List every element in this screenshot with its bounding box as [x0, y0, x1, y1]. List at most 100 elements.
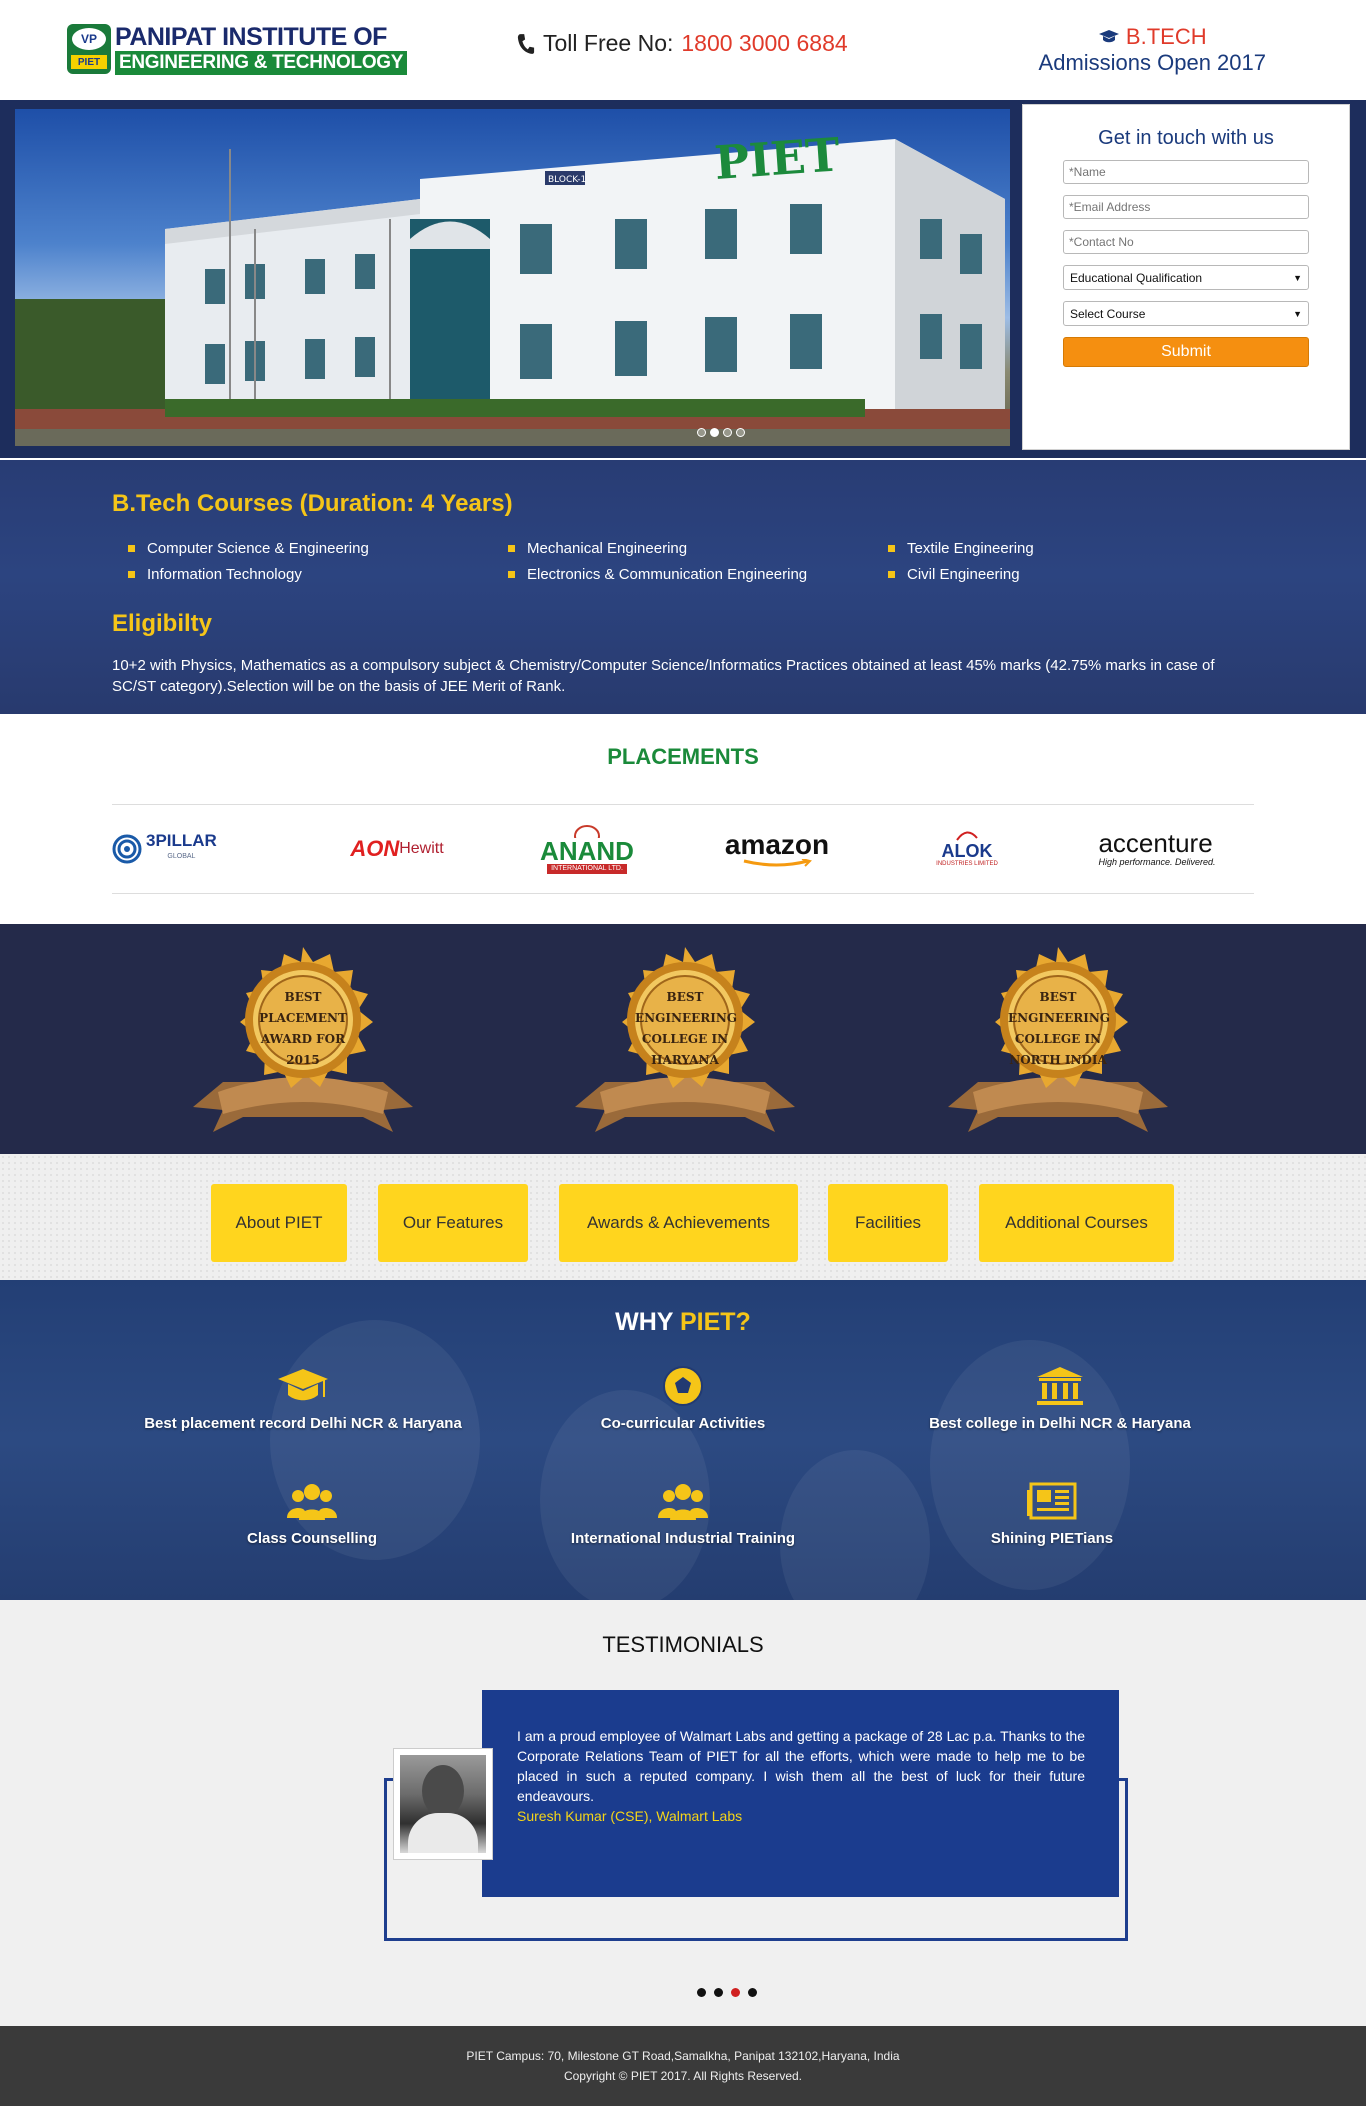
- tab-our-features[interactable]: Our Features: [378, 1184, 528, 1262]
- email-input[interactable]: [1063, 195, 1309, 219]
- company-name: accenture: [1098, 828, 1213, 858]
- testimonial-pagination: [697, 1988, 757, 1997]
- company-name: AON: [350, 836, 400, 861]
- why-title-part: WHY: [615, 1308, 680, 1336]
- testimonial-avatar: [393, 1748, 493, 1860]
- piet-logo[interactable]: VP PIET PANIPAT INSTITUTE OF ENGINEERING…: [67, 20, 408, 78]
- logo-line2: ENGINEERING & TECHNOLOGY: [115, 51, 408, 75]
- pagination-dot[interactable]: [748, 1988, 757, 1997]
- why-item-label: Class Counselling: [246, 1530, 378, 1547]
- placements-section: PLACEMENTS 3PILLAR GLOBAL AON Hewitt ANA…: [0, 714, 1366, 924]
- slider-dot[interactable]: [697, 428, 706, 437]
- award-badge: BEST ENGINEERING COLLEGE IN HARYANA: [565, 942, 805, 1142]
- contact-input[interactable]: [1063, 230, 1309, 254]
- testimonial-author: Suresh Kumar (CSE), Walmart Labs: [517, 1808, 743, 1824]
- pagination-dot[interactable]: [714, 1988, 723, 1997]
- campus-building-illustration: PIET BLOCK-1: [15, 127, 1010, 446]
- slider-dot[interactable]: [723, 428, 732, 437]
- award-text: BEST PLACEMENT AWARD FOR 2015: [259, 990, 347, 1067]
- site-header: VP PIET PANIPAT INSTITUTE OF ENGINEERING…: [0, 0, 1366, 100]
- courses-title: B.Tech Courses (Duration: 4 Years): [112, 490, 513, 517]
- site-footer: PIET Campus: 70, Milestone GT Road,Samal…: [0, 2026, 1366, 2106]
- company-subtext: Hewitt: [399, 840, 444, 857]
- course-item: Electronics & Communication Engineering: [508, 566, 888, 583]
- hero-slider-dots: [697, 428, 745, 437]
- chevron-down-icon: ▼: [1293, 272, 1302, 283]
- submit-button[interactable]: Submit: [1063, 337, 1309, 367]
- company-name: 3PILLAR: [146, 831, 217, 850]
- admissions-btech-text: B.TECH: [1125, 24, 1207, 49]
- tollfree-number-link[interactable]: 1800 3000 6884: [681, 30, 847, 57]
- tab-awards-achievements[interactable]: Awards & Achievements: [559, 1184, 798, 1262]
- company-logo-strip: 3PILLAR GLOBAL AON Hewitt ANAND INTERNAT…: [112, 804, 1254, 894]
- group-icon: [658, 1484, 708, 1520]
- why-piet-section: WHY PIET? Best placement record Delhi NC…: [0, 1280, 1366, 1600]
- tab-facilities[interactable]: Facilities: [828, 1184, 948, 1262]
- company-logo-accenture: accenture High performance. Delivered.: [1062, 830, 1252, 868]
- block-sign-text: BLOCK-1: [548, 175, 586, 185]
- tollfree-info: Toll Free No: 1800 3000 6884: [517, 30, 848, 57]
- amazon-smile-icon: [743, 859, 812, 867]
- company-subtext: INDUSTRIES LIMITED: [936, 861, 998, 867]
- company-name: ANAND: [540, 836, 634, 866]
- eligibility-title: Eligibilty: [112, 610, 213, 637]
- slider-dot-active[interactable]: [710, 428, 719, 437]
- campus-building-image: PIET BLOCK-1: [15, 109, 1010, 446]
- course-select[interactable]: Select Course ▼: [1063, 301, 1309, 326]
- building-sign-text: PIET: [713, 127, 842, 190]
- football-icon: [663, 1366, 703, 1406]
- why-item-best-college: Best college in Delhi NCR & Haryana: [880, 1365, 1240, 1433]
- admissions-banner: B.TECH Admissions Open 2017: [1039, 24, 1266, 76]
- company-subtext: INTERNATIONAL LTD.: [547, 864, 627, 874]
- institution-icon: [1037, 1367, 1083, 1405]
- testimonials-section: TESTIMONIALS I am a proud employee of Wa…: [0, 1600, 1366, 2026]
- info-tabs: About PIET Our Features Awards & Achieve…: [0, 1154, 1366, 1280]
- company-logo-amazon: amazon: [682, 831, 872, 867]
- qualification-select[interactable]: Educational Qualification ▼: [1063, 265, 1309, 290]
- why-piet-title: WHY PIET?: [0, 1308, 1366, 1337]
- tollfree-label: Toll Free No:: [543, 30, 674, 56]
- why-item-label: Best college in Delhi NCR & Haryana: [929, 1415, 1191, 1432]
- slider-dot[interactable]: [736, 428, 745, 437]
- company-logo-3pillar: 3PILLAR GLOBAL: [112, 831, 302, 865]
- 3pillar-swirl-icon: [112, 834, 142, 864]
- why-item-placement: Best placement record Delhi NCR & Haryan…: [123, 1365, 483, 1433]
- testimonial-card: I am a proud employee of Walmart Labs an…: [482, 1690, 1119, 1897]
- course-item: Computer Science & Engineering: [128, 540, 508, 557]
- company-logo-aon-hewitt: AON Hewitt: [302, 836, 492, 862]
- enquiry-form: Get in touch with us Educational Qualifi…: [1022, 104, 1350, 450]
- qualification-select-value: Educational Qualification: [1070, 270, 1203, 285]
- pagination-dot[interactable]: [697, 1988, 706, 1997]
- pagination-dot-active[interactable]: [731, 1988, 740, 1997]
- avatar-photo: [400, 1755, 486, 1853]
- logo-line1: PANIPAT INSTITUTE OF: [115, 23, 387, 51]
- emblem-vp-text: VP: [72, 28, 106, 50]
- why-item-label: Co-curricular Activities: [600, 1415, 766, 1432]
- course-item: Textile Engineering: [888, 540, 1148, 557]
- testimonials-title: TESTIMONIALS: [602, 1632, 764, 1657]
- why-item-label: International Industrial Training: [570, 1530, 796, 1547]
- group-icon: [287, 1484, 337, 1520]
- award-badge: BEST PLACEMENT AWARD FOR 2015: [183, 942, 423, 1142]
- awards-section: BEST PLACEMENT AWARD FOR 2015 BEST ENGIN…: [0, 924, 1366, 1154]
- tab-about-piet[interactable]: About PIET: [211, 1184, 347, 1262]
- hero-section: PIET BLOCK-1 Get in touch with us Educat…: [0, 100, 1366, 458]
- admissions-btech: B.TECH: [1039, 24, 1266, 50]
- company-name: ALOK: [941, 841, 993, 861]
- chevron-down-icon: ▼: [1293, 308, 1302, 319]
- company-name: amazon: [724, 829, 830, 860]
- testimonial-text: I am a proud employee of Walmart Labs an…: [517, 1728, 1085, 1804]
- avatar-body: [408, 1813, 478, 1853]
- course-item: Mechanical Engineering: [508, 540, 888, 557]
- name-input[interactable]: [1063, 160, 1309, 184]
- graduation-cap-icon: [278, 1369, 328, 1401]
- logo-text: PANIPAT INSTITUTE OF ENGINEERING & TECHN…: [115, 23, 408, 75]
- course-list: Computer Science & Engineering Mechanica…: [128, 540, 1148, 583]
- emblem-piet-text: PIET: [71, 55, 107, 69]
- why-item-industrial-training: International Industrial Training: [503, 1480, 863, 1548]
- admissions-open-text: Admissions Open 2017: [1038, 50, 1266, 75]
- eligibility-text: 10+2 with Physics, Mathematics as a comp…: [112, 657, 1215, 695]
- tab-additional-courses[interactable]: Additional Courses: [979, 1184, 1174, 1262]
- avatar-face: [422, 1765, 464, 1817]
- course-select-value: Select Course: [1070, 306, 1146, 321]
